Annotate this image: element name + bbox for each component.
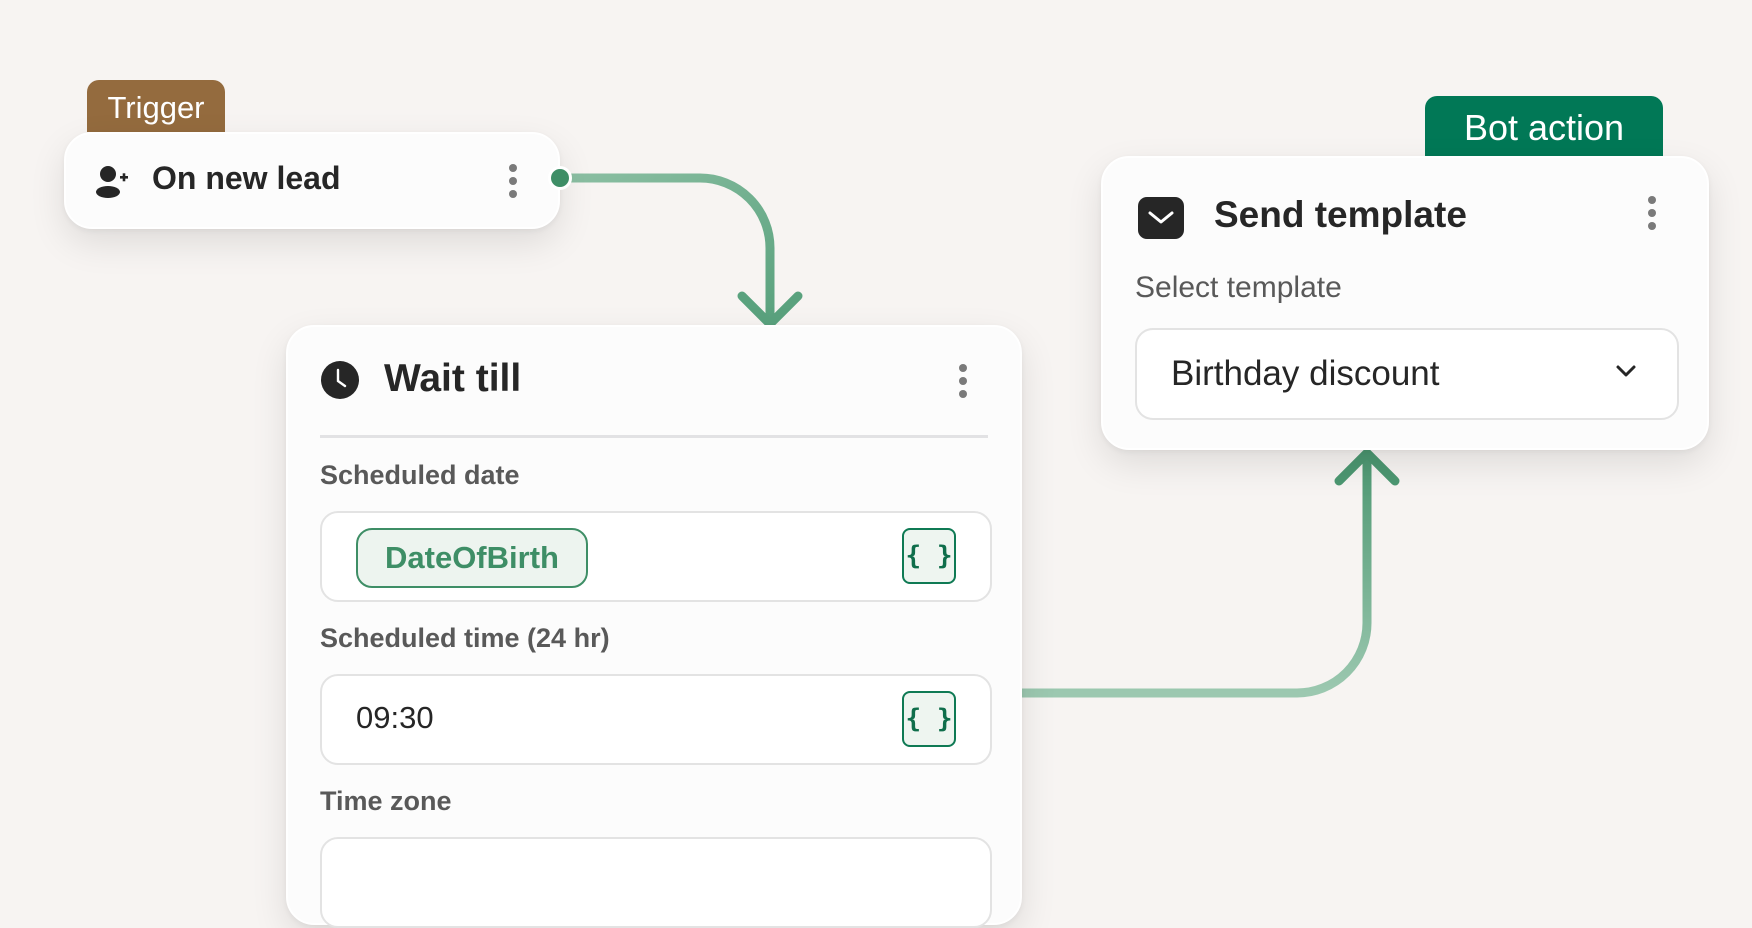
kebab-dot [1648,222,1656,230]
trigger-tag-label: Trigger [107,90,205,125]
insert-variable-button[interactable]: { } [902,528,956,584]
trigger-output-handle[interactable] [548,166,572,190]
send-template-title: Send template [1214,194,1467,235]
kebab-dot [509,177,517,185]
trigger-title: On new lead [152,160,341,196]
scheduled-time-value: 09:30 [356,700,434,735]
kebab-dot [959,390,967,398]
kebab-dot [509,164,517,172]
user-plus-icon [96,166,128,198]
chevron-down-icon [1616,365,1636,377]
wait-title: Wait till [384,357,522,400]
arrow-down-icon [737,291,803,329]
kebab-dot [959,364,967,372]
kebab-dot [959,377,967,385]
scheduled-date-label: Scheduled date [320,460,520,490]
wait-menu-button[interactable] [959,364,967,398]
kebab-dot [1648,209,1656,217]
bot-action-tag-label: Bot action [1463,107,1625,148]
variable-chip[interactable]: DateOfBirth [356,528,588,588]
scheduled-date-field[interactable]: DateOfBirth { } [320,511,992,602]
scheduled-time-field[interactable]: 09:30 { } [320,674,992,765]
time-zone-field[interactable] [320,837,992,928]
insert-variable-button[interactable]: { } [902,691,956,747]
workflow-canvas[interactable]: Trigger On new lead Wait till Scheduled [0,0,1752,928]
wait-till-node[interactable]: Wait till Scheduled date DateOfBirth { }… [286,325,1022,928]
select-template-label: Select template [1135,271,1342,304]
arrow-up-icon [1334,448,1400,486]
edge-wait-to-send[interactable] [1017,448,1400,698]
send-template-node[interactable]: Send template Select template Birthday d… [1101,156,1709,450]
kebab-dot [1648,196,1656,204]
template-select-value: Birthday discount [1171,354,1440,393]
send-template-menu-button[interactable] [1648,196,1656,230]
trigger-node[interactable]: On new lead [64,132,560,229]
kebab-dot [509,190,517,198]
time-zone-label: Time zone [320,786,452,816]
edge-trigger-to-wait[interactable] [555,173,803,329]
template-select[interactable]: Birthday discount [1135,328,1679,420]
clock-icon [321,361,359,399]
scheduled-time-label: Scheduled time (24 hr) [320,623,610,653]
trigger-tag: Trigger [87,80,225,132]
mail-icon [1138,197,1184,239]
header-divider [320,435,988,438]
trigger-menu-button[interactable] [509,164,517,198]
bot-action-tag: Bot action [1425,96,1663,160]
